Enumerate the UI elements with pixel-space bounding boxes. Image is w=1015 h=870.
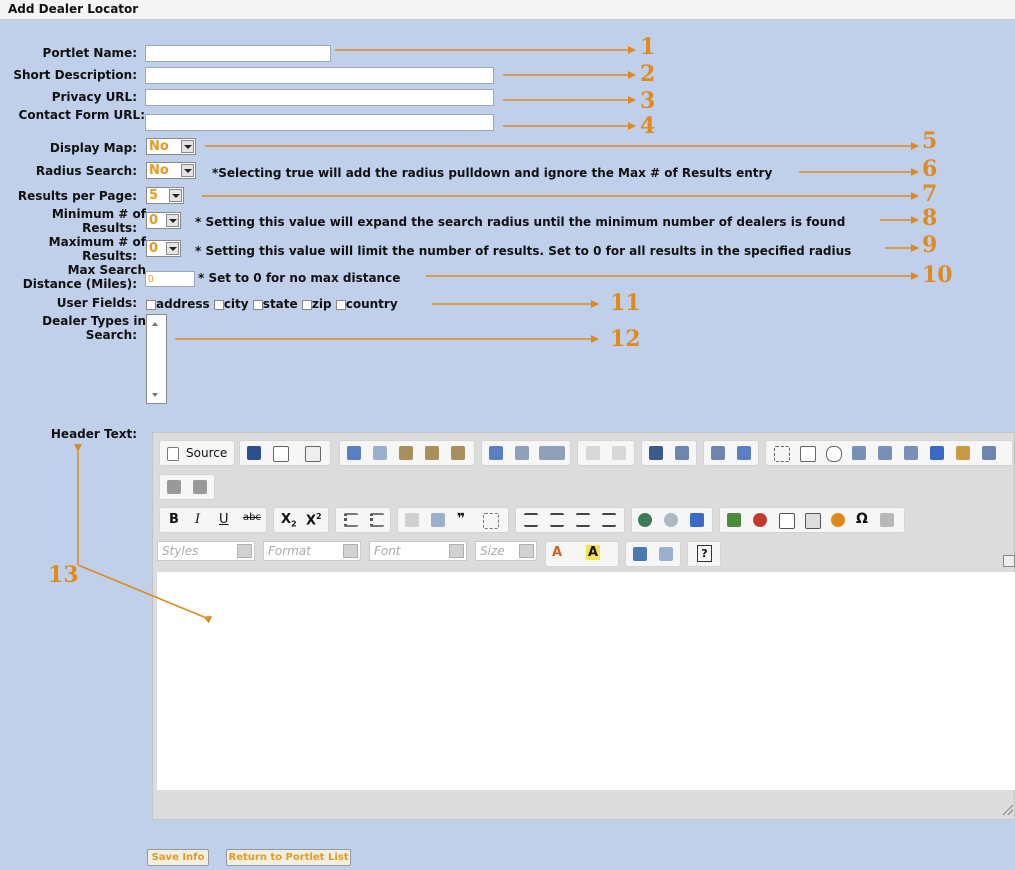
callout-5: 5 [922, 128, 938, 154]
callout-4: 4 [640, 113, 656, 139]
callout-1: 1 [640, 34, 656, 60]
callout-3: 3 [640, 88, 656, 114]
callout-12: 12 [610, 326, 641, 352]
callout-arrow-13-right [77, 564, 212, 624]
callout-11: 11 [610, 290, 641, 316]
callout-9: 9 [922, 232, 938, 258]
callout-6: 6 [922, 156, 938, 182]
callout-7: 7 [922, 181, 938, 207]
callout-13: 13 [48, 562, 79, 588]
callout-2: 2 [640, 61, 656, 87]
callout-8: 8 [922, 205, 938, 231]
annotation-arrows [74, 46, 919, 624]
callout-10: 10 [922, 262, 953, 288]
